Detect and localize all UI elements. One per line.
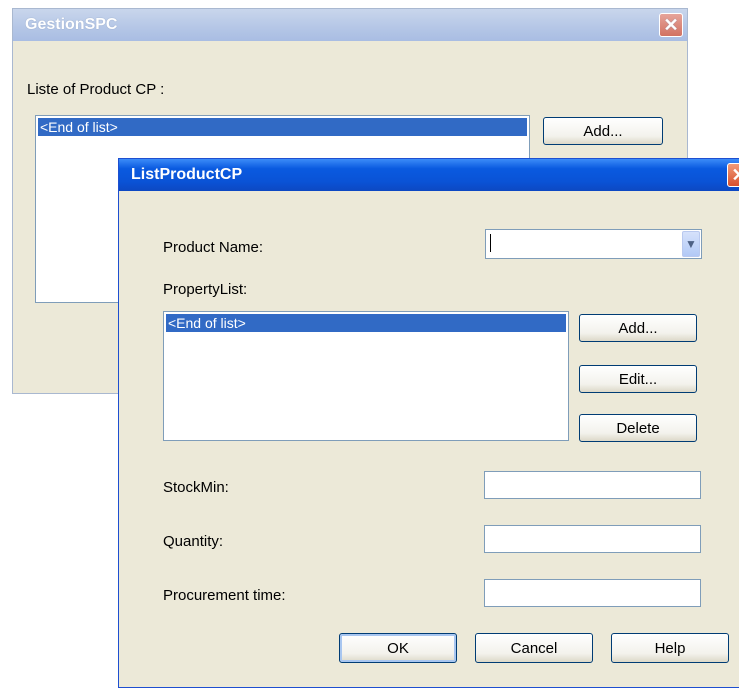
ok-button[interactable]: OK: [339, 633, 457, 663]
listproductcp-titlebar[interactable]: ListProductCP ✕: [119, 159, 739, 191]
cancel-button[interactable]: Cancel: [475, 633, 593, 663]
add-property-button[interactable]: Add...: [579, 314, 697, 342]
chevron-down-icon[interactable]: ▼: [682, 231, 700, 257]
stockmin-label: StockMin:: [163, 479, 229, 496]
delete-property-button[interactable]: Delete: [579, 414, 697, 442]
quantity-label: Quantity:: [163, 533, 224, 550]
stockmin-field[interactable]: [484, 471, 701, 499]
product-cp-list-label: Liste of Product CP :: [27, 81, 165, 98]
dialog-title: ListProductCP: [131, 166, 243, 183]
gestionspc-titlebar[interactable]: GestionSPC ✕: [13, 9, 687, 41]
quantity-field[interactable]: [484, 525, 701, 553]
text-caret: [490, 234, 491, 252]
window-title: GestionSPC: [25, 16, 118, 33]
procurement-time-field[interactable]: [484, 579, 701, 607]
property-listbox[interactable]: <End of list>: [163, 311, 569, 441]
add-product-button[interactable]: Add...: [543, 117, 663, 145]
list-item[interactable]: <End of list>: [166, 314, 566, 332]
close-icon[interactable]: ✕: [727, 163, 739, 187]
product-name-combo[interactable]: ▼: [485, 229, 702, 259]
help-button[interactable]: Help: [611, 633, 729, 663]
listproductcp-dialog: ListProductCP ✕ Product Name: ▼ Property…: [118, 158, 739, 688]
property-list-label: PropertyList:: [163, 281, 248, 298]
procurement-time-label: Procurement time:: [163, 587, 286, 604]
edit-property-button[interactable]: Edit...: [579, 365, 697, 393]
close-icon[interactable]: ✕: [659, 13, 683, 37]
list-item[interactable]: <End of list>: [38, 118, 527, 136]
product-name-label: Product Name:: [163, 239, 264, 256]
